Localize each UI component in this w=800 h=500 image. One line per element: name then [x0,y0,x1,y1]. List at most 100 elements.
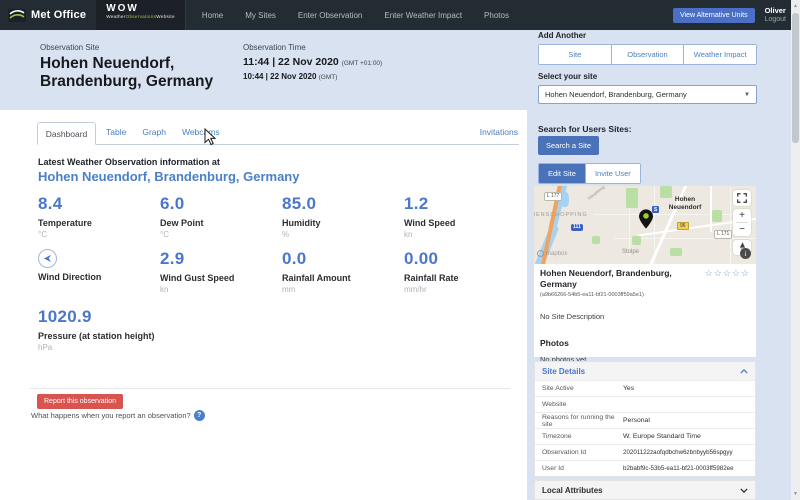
map-park [712,210,722,222]
map-area-label: HENSCHOPPING [534,212,588,218]
photos-heading: Photos [540,338,750,348]
metric-value: 0.00 [404,249,526,269]
site-name: Hohen Neuendorf, Brandenburg, Germany [540,268,690,289]
map-park [632,236,641,245]
map-marker-pin[interactable] [639,209,653,234]
mapbox-logo[interactable]: mapbox [537,250,567,257]
map-park [670,248,682,256]
report-help-text: What happens when you report an observat… [31,411,191,420]
chevron-down-icon [740,488,748,493]
road-shield-l177: L 177 [544,192,562,201]
nav-item-home[interactable]: Home [202,11,223,20]
report-observation-button[interactable]: Report this observation [37,394,123,409]
metric-label: Rainfall Rate [404,273,526,283]
local-attributes-header[interactable]: Local Attributes [535,481,755,499]
metric-temperature: 8.4 Temperature °C [38,194,160,239]
metric-rainfall-rate: 0.00 Rainfall Rate mm/hr [404,249,526,294]
scrollbar-thumb[interactable] [792,13,799,143]
edit-invite-toggle: Edit Site Invite User [538,163,641,184]
table-row: Observation Id 20201122zaofqdbchw6zbnbyy… [535,444,755,460]
wow-title: WOW [106,3,175,14]
metric-unit: mm/hr [404,285,526,294]
tab-dashboard[interactable]: Dashboard [37,122,96,145]
metric-value: 8.4 [38,194,160,214]
map-street-label: Hauptweg [587,186,606,201]
metric-label: Dew Point [160,218,282,228]
map-fullscreen-button[interactable] [733,190,751,206]
add-weather-impact-button[interactable]: Weather Impact [684,45,756,64]
top-nav: Met Office WOW WeatherObservationsWebsit… [0,0,800,30]
metrics-row-1: 8.4 Temperature °C 6.0 Dew Point °C 85.0… [38,194,526,239]
nav-item-photos[interactable]: Photos [484,11,509,20]
add-site-button[interactable]: Site [539,45,612,64]
report-help: What happens when you report an observat… [31,410,205,421]
observation-site-block: Observation Site Hohen Neuendorf, Brande… [40,43,265,92]
gmt-label: (GMT) [319,74,338,81]
page-title: Hohen Neuendorf, Brandenburg, Germany [40,55,265,92]
map-info-icon[interactable]: i [740,248,751,259]
nav-item-my-sites[interactable]: My Sites [245,11,276,20]
latest-observation-site: Hohen Neuendorf, Brandenburg, Germany [38,169,299,184]
metric-label: Wind Direction [38,272,160,282]
nav-item-enter-observation[interactable]: Enter Observation [298,11,362,20]
edit-site-button[interactable]: Edit Site [539,164,585,183]
tab-webcams[interactable]: Webcams [182,127,220,137]
star-rating[interactable]: ☆☆☆☆☆ [705,268,750,279]
metric-label: Wind Speed [404,218,526,228]
metric-label: Humidity [282,218,404,228]
metric-humidity: 85.0 Humidity % [282,194,404,239]
metric-wind-gust-speed: 2.9 Wind Gust Speed kn [160,249,282,294]
tab-underline [37,144,519,145]
tab-table[interactable]: Table [106,127,126,137]
zoom-in-button[interactable]: + [733,209,751,222]
metric-unit: kn [404,230,526,239]
user-name: Oliver [765,7,786,15]
zoom-out-button[interactable]: − [733,223,751,236]
nav-item-enter-weather-impact[interactable]: Enter Weather Impact [384,11,462,20]
tab-graph[interactable]: Graph [142,127,166,137]
add-observation-button[interactable]: Observation [612,45,685,64]
map-street [730,186,731,264]
map-canvas[interactable]: L 177 111 96 L 171 HENSCHOPPING Hauptweg… [534,186,756,264]
user-block: Oliver Logout [765,7,786,24]
metric-value: 6.0 [160,194,282,214]
main-content: Dashboard Table Graph Webcams Invitation… [0,110,527,500]
metric-label: Wind Gust Speed [160,273,282,283]
latest-observation-intro: Latest Weather Observation information a… [38,157,220,167]
wow-logo[interactable]: WOW WeatherObservationsWebsite [96,0,186,30]
map-place-label: Hohen Neuendorf [660,196,710,212]
map-zoom-control: + − [733,209,751,236]
help-icon[interactable]: ? [194,410,205,421]
local-attributes-card: Local Attributes [534,480,756,500]
table-row: User Id b2babf9c-53b5-ea11-bf21-0003ff59… [535,460,755,476]
add-another-label: Add Another [538,31,757,40]
metric-unit: °C [160,230,282,239]
metric-wind-direction: Wind Direction [38,249,160,294]
scroll-down-arrow[interactable]: ▼ [791,488,800,500]
map-park [626,188,638,208]
divider [30,388,510,389]
metric-unit: kn [160,285,282,294]
table-row: Reasons for running the site Personal [535,412,755,428]
vertical-scrollbar[interactable]: ▲ ▼ [791,0,800,500]
select-your-site-label: Select your site [538,72,757,81]
metric-unit: °C [38,230,160,239]
met-office-logo[interactable]: Met Office [0,9,96,22]
metric-unit: mm [282,285,404,294]
road-shield-111: 111 [571,224,583,231]
tab-invitations[interactable]: Invitations [480,127,518,137]
site-select-dropdown[interactable]: Hohen Neuendorf, Brandenburg, Germany ▼ [538,85,757,104]
view-alternative-units-button[interactable]: View Alternative Units [673,8,755,23]
invite-user-button[interactable]: Invite User [585,164,640,183]
chevron-down-icon: ▼ [744,92,750,98]
search-a-site-button[interactable]: Search a Site [538,136,599,155]
metric-rainfall-amount: 0.0 Rainfall Amount mm [282,249,404,294]
logout-link[interactable]: Logout [765,16,786,24]
site-details-header[interactable]: Site Details [535,362,755,380]
met-office-label: Met Office [31,9,86,21]
scroll-up-arrow[interactable]: ▲ [791,0,800,12]
local-attributes-title: Local Attributes [542,486,603,495]
chevron-up-icon [740,369,748,374]
search-users-sites-label: Search for Users Sites: [538,124,632,134]
table-row: Site Active Yes [535,380,755,396]
